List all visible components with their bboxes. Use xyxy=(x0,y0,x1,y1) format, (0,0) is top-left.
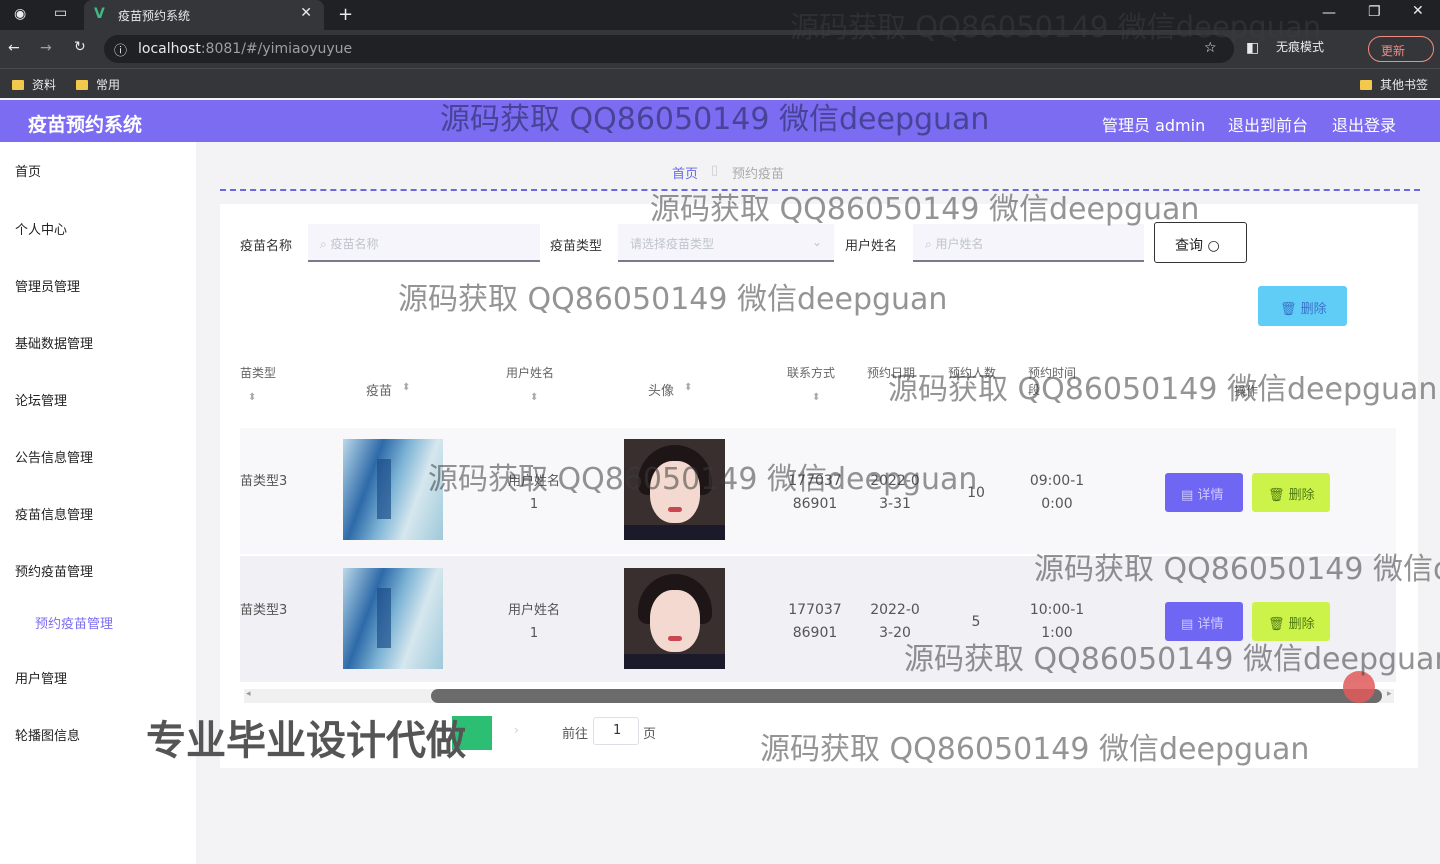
vaccine-name-input[interactable]: ⌕ 疫苗名称 xyxy=(308,224,540,262)
forward-icon[interactable]: → xyxy=(40,40,52,56)
query-button[interactable]: 查询 ○ xyxy=(1154,222,1247,263)
document-icon: ▤ xyxy=(1181,617,1194,632)
tab-close-icon[interactable]: ✕ xyxy=(300,5,312,21)
table-scrollbar-thumb[interactable] xyxy=(431,689,1382,703)
sidebar-subitem-booking[interactable]: 预约疫苗管理 xyxy=(35,613,113,632)
th-vaccine-type[interactable]: 苗类型 xyxy=(240,364,276,381)
minimize-icon[interactable]: — xyxy=(1322,5,1336,21)
maximize-icon[interactable]: ❐ xyxy=(1368,4,1381,20)
cell-user-name: 用户姓名1 xyxy=(507,603,560,641)
vaccine-type-select[interactable]: 请选择疫苗类型 ⌄ xyxy=(618,224,834,262)
sort-icon[interactable]: ⬍ xyxy=(530,392,538,403)
breadcrumb-current: 预约疫苗 xyxy=(732,167,785,182)
url-path: :8081/#/yimiaoyuyue xyxy=(200,41,353,57)
cell-time-slot: 09:00-10:00 xyxy=(1029,473,1085,512)
th-avatar[interactable]: 头像 xyxy=(648,380,674,399)
detail-button[interactable]: ▤ 详情 xyxy=(1165,473,1243,512)
chevron-down-icon: ⌄ xyxy=(811,235,822,249)
watermark: 源码获取 QQ86050149 微信deepguan xyxy=(904,642,1440,677)
pagination-page-input[interactable]: 1 xyxy=(593,717,639,745)
sort-icon[interactable]: ⬍ xyxy=(684,382,692,393)
watermark: 源码获取 QQ86050149 微信deepguan xyxy=(650,192,1200,227)
reload-icon[interactable]: ↻ xyxy=(74,39,86,55)
breadcrumb-home[interactable]: 首页 xyxy=(672,163,698,182)
other-bookmarks[interactable]: 其他书签 xyxy=(1360,76,1428,93)
url-host: localhost xyxy=(138,41,201,57)
vaccine-type-label: 疫苗类型 xyxy=(550,239,603,254)
scroll-right-icon[interactable]: ▸ xyxy=(1387,689,1392,699)
cell-vaccine-type: 苗类型3 xyxy=(240,474,288,489)
bookmark-folder-changyong[interactable]: 常用 xyxy=(76,76,120,93)
watermark: 源码获取 QQ86050149 微信deepguan xyxy=(888,372,1438,407)
vaccine-name-label: 疫苗名称 xyxy=(240,239,293,254)
watermark: 源码获取 QQ86050149 微信deepguan xyxy=(790,10,1322,44)
sort-icon[interactable]: ⬍ xyxy=(248,392,256,403)
next-page-icon[interactable]: › xyxy=(514,723,519,737)
watermark: 源码获取 QQ86050149 微信deepguan xyxy=(428,462,978,497)
folder-icon xyxy=(76,80,88,90)
tab-search-icon[interactable]: ▭ xyxy=(54,5,67,21)
watermark: 源码获取 QQ86050149 微信deepguan xyxy=(440,102,990,137)
browser-tab[interactable]: V 疫苗预约系统 ✕ xyxy=(84,0,324,30)
breadcrumb-separator-icon: ▯ xyxy=(711,163,719,178)
cell-count: 5 xyxy=(971,614,981,630)
scroll-left-icon[interactable]: ◂ xyxy=(246,689,251,699)
window-close-icon[interactable]: ✕ xyxy=(1412,3,1424,19)
browser-menu-icon[interactable]: ◉ xyxy=(14,6,26,22)
folder-icon xyxy=(12,80,24,90)
pagination-page-suffix: 页 xyxy=(643,727,657,742)
sidebar-item-users[interactable]: 用户管理 xyxy=(15,668,67,687)
sidebar-item-admin[interactable]: 管理员管理 xyxy=(15,276,80,295)
pagination-goto-label: 前往 xyxy=(562,727,589,742)
th-user-name[interactable]: 用户姓名 xyxy=(506,364,554,381)
sort-icon[interactable]: ⬍ xyxy=(402,382,410,393)
vaccine-image xyxy=(343,568,443,669)
sort-icon[interactable]: ⬍ xyxy=(812,392,820,403)
sidebar-item-profile[interactable]: 个人中心 xyxy=(15,219,67,238)
promo-banner: 专业毕业设计代做 xyxy=(146,718,466,764)
cell-phone: 17703786901 xyxy=(788,602,842,641)
update-button[interactable]: 更新 xyxy=(1368,36,1434,62)
info-icon[interactable]: ⓘ xyxy=(114,40,127,59)
avatar-image xyxy=(624,568,725,669)
vue-logo-icon: V xyxy=(94,6,105,22)
user-name-label: 用户姓名 xyxy=(845,239,898,254)
trash-icon: 🗑 xyxy=(1268,617,1285,632)
trash-icon: 🗑 xyxy=(1280,302,1297,317)
tab-title: 疫苗预约系统 xyxy=(118,9,191,23)
search-icon: ○ xyxy=(1207,238,1220,254)
back-icon[interactable]: ← xyxy=(8,40,20,56)
sidebar-item-vaccine[interactable]: 疫苗信息管理 xyxy=(15,504,93,523)
watermark: 源码获取 QQ86050149 微信deepguan xyxy=(398,282,948,317)
app-title: 疫苗预约系统 xyxy=(28,114,143,136)
sidebar-item-carousel[interactable]: 轮播图信息 xyxy=(15,725,80,744)
th-phone[interactable]: 联系方式 xyxy=(787,364,835,381)
batch-delete-button[interactable]: 🗑 删除 xyxy=(1258,286,1347,326)
watermark: 源码获取 QQ86050149 微信d xyxy=(1034,552,1440,587)
logout-link[interactable]: 退出登录 xyxy=(1332,112,1396,136)
user-name-input[interactable]: ⌕ 用户姓名 xyxy=(913,224,1144,262)
document-icon: ▤ xyxy=(1181,488,1194,503)
new-tab-icon[interactable]: + xyxy=(338,4,353,25)
sidebar-item-basic-data[interactable]: 基础数据管理 xyxy=(15,333,93,352)
sidebar-item-forum[interactable]: 论坛管理 xyxy=(15,390,67,409)
delete-button[interactable]: 🗑 删除 xyxy=(1252,473,1330,512)
to-frontend-link[interactable]: 退出到前台 xyxy=(1228,112,1308,136)
admin-user-link[interactable]: 管理员 admin xyxy=(1102,112,1205,136)
folder-icon xyxy=(1360,80,1372,90)
bookmark-folder-ziliao[interactable]: 资料 xyxy=(12,76,56,93)
sidebar-item-notice[interactable]: 公告信息管理 xyxy=(15,447,93,466)
watermark: 源码获取 QQ86050149 微信deepguan xyxy=(760,732,1310,767)
sidebar-item-booking[interactable]: 预约疫苗管理 xyxy=(15,561,93,580)
sidebar-item-home[interactable]: 首页 xyxy=(15,161,41,180)
th-vaccine[interactable]: 疫苗 xyxy=(366,380,392,399)
cell-vaccine-type: 苗类型3 xyxy=(240,603,288,618)
trash-icon: 🗑 xyxy=(1268,488,1285,503)
